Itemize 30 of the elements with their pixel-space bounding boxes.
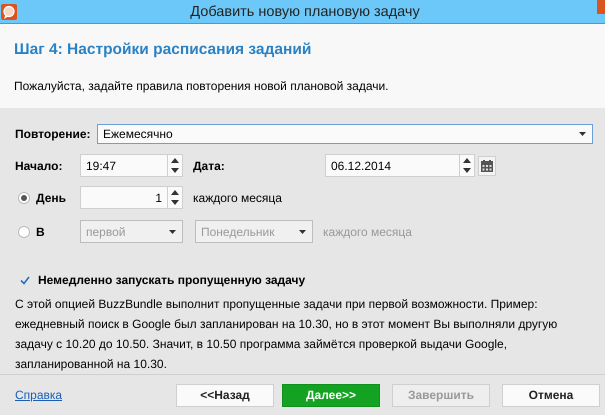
step-description: Пожалуйста, задайте правила повторения новой плановой задачи. (14, 79, 390, 93)
caret-icon (169, 230, 176, 234)
checkbox-label: Немедленно запускать пропущенную задачу (38, 273, 306, 287)
option-label: В (36, 224, 45, 238)
caret-icon (579, 132, 586, 136)
speech-bubble-icon (1, 4, 17, 20)
suffix-label: каждого месяца (323, 224, 412, 238)
window-title: Добавить новую плановую задачу (189, 4, 421, 20)
wizard-button[interactable]: <<Назад (176, 384, 274, 406)
radio-button[interactable] (18, 192, 30, 204)
step-title: Шаг 4: Настройки расписания заданий (14, 41, 312, 59)
start-label: Начало: (15, 158, 64, 172)
calendar-button[interactable] (478, 156, 496, 176)
checkbox[interactable] (18, 274, 31, 286)
spinner[interactable] (168, 154, 183, 177)
spinner[interactable] (168, 186, 183, 209)
suffix-label: каждого месяца (193, 190, 282, 204)
wizard-button[interactable]: Отмена (502, 384, 600, 406)
option-label: День (36, 190, 66, 204)
help-link[interactable]: Справка (15, 388, 62, 402)
date-label: Дата: (193, 158, 226, 172)
radio-button[interactable] (18, 226, 30, 238)
date-field[interactable]: 06.12.2014 (325, 154, 460, 177)
repeat-label: Повторение: (15, 127, 92, 141)
repeat-dropdown[interactable]: Ежемесячно (97, 124, 593, 144)
caret-icon (299, 230, 306, 234)
time-field[interactable]: 19:47 (80, 154, 168, 177)
spinner[interactable] (460, 154, 475, 177)
day-field[interactable]: 1 (80, 186, 168, 209)
description-text: С этой опцией BuzzBundle выполнит пропущенные задачи при первой возможности. Пример: ежедневный поиск в Google был запланирован на 10.30, но в этот момент Вы выполняли другую задачу с 10.20 до 10.50. Значит, в 10.50 программа займётся проверкой выдачи Google, запланированной на 10.30. (15, 296, 558, 373)
